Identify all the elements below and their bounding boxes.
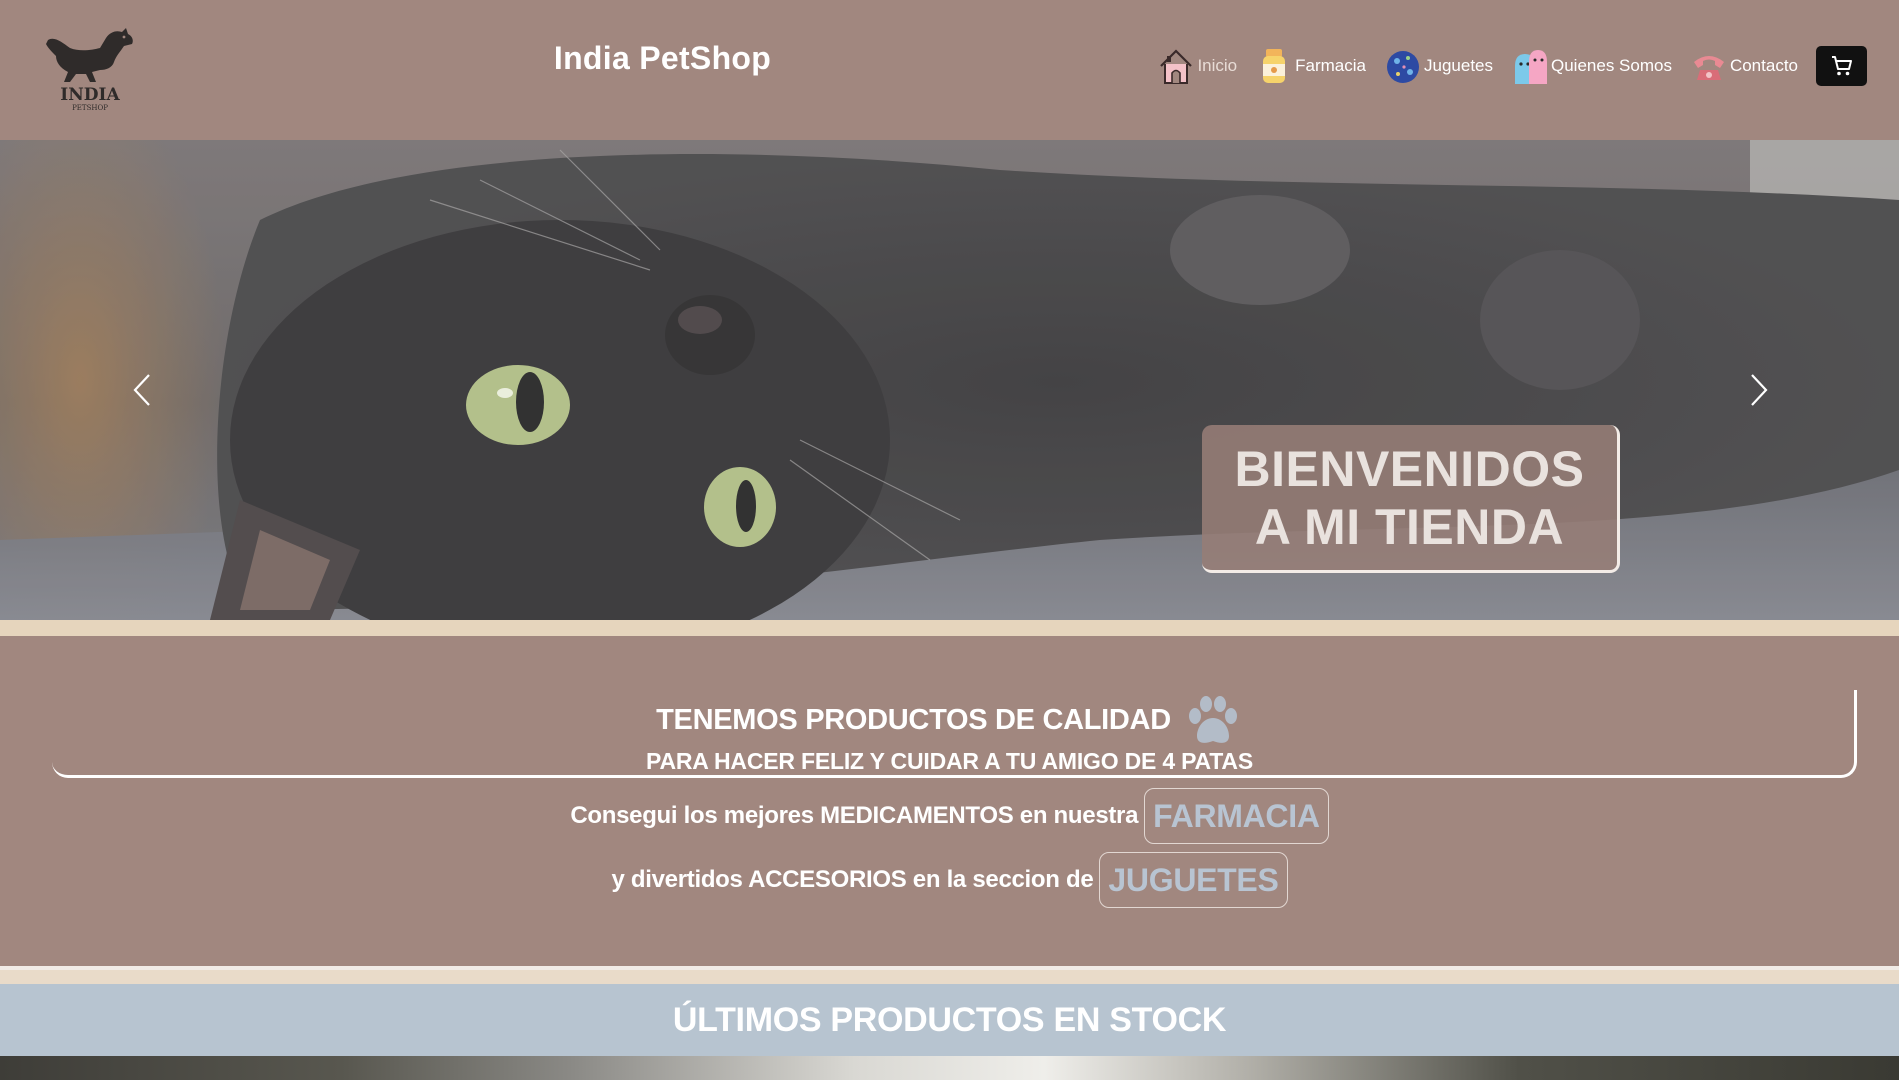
nav-item-farmacia[interactable]: Farmacia <box>1255 46 1366 86</box>
toys-button[interactable]: JUGUETES <box>1099 852 1288 908</box>
house-icon <box>1157 46 1195 86</box>
hero-caption-text: BIENVENIDOS A MI TIENDA <box>1234 440 1585 555</box>
latest-products-header: ÚLTIMOS PRODUCTOS EN STOCK <box>0 984 1899 1056</box>
quality-section: TENEMOS PRODUCTOS DE CALIDAD PARA HACER … <box>0 636 1899 970</box>
nav-label-farmacia: Farmacia <box>1295 56 1366 75</box>
nav-item-quienes-somos[interactable]: Quienes Somos <box>1511 46 1672 86</box>
svg-text:INDIA: INDIA <box>60 85 120 105</box>
nav-label-contacto: Contacto <box>1729 56 1798 75</box>
quality-heading-text: TENEMOS PRODUCTOS DE CALIDAD <box>656 703 1171 736</box>
carousel-next-button[interactable] <box>1737 360 1781 420</box>
latest-products-title: ÚLTIMOS PRODUCTOS EN STOCK <box>672 1000 1227 1039</box>
hero-caption: BIENVENIDOS A MI TIENDA <box>1202 425 1620 573</box>
paw-icon <box>1183 694 1243 746</box>
site-title: India PetShop <box>553 40 772 76</box>
main-nav: Inicio Farmacia Juguetes Quienes Somos C… <box>1157 46 1867 86</box>
promo-toys-text: y divertidos ACCESORIOS en la seccion de <box>611 866 1094 893</box>
quality-subheading: PARA HACER FELIZ Y CUIDAR A TU AMIGO DE … <box>646 748 1253 774</box>
cart-icon <box>1831 56 1852 76</box>
products-carousel-preview <box>0 1056 1899 1080</box>
nav-item-inicio[interactable]: Inicio <box>1157 46 1237 86</box>
nav-label-inicio: Inicio <box>1197 56 1238 75</box>
quality-heading: TENEMOS PRODUCTOS DE CALIDAD <box>0 694 1899 746</box>
promo-pharmacy-text: Consegui los mejores MEDICAMENTOS en nue… <box>570 802 1139 829</box>
hero-carousel: BIENVENIDOS A MI TIENDA <box>0 140 1899 620</box>
chevron-left-icon <box>133 374 150 406</box>
svg-text:PETSHOP: PETSHOP <box>72 104 108 112</box>
cart-button[interactable] <box>1816 46 1867 86</box>
pharmacy-button[interactable]: FARMACIA <box>1144 788 1329 844</box>
divider-stripe <box>0 620 1899 636</box>
ball-icon <box>1384 46 1422 86</box>
divider-stripe-2 <box>0 970 1899 984</box>
medicine-bottle-icon <box>1255 46 1293 86</box>
nav-label-juguetes: Juguetes <box>1424 56 1493 75</box>
chevron-right-icon <box>1751 374 1768 406</box>
dog-logo-icon[interactable]: INDIA PETSHOP <box>40 22 140 112</box>
nav-item-contacto[interactable]: Contacto <box>1690 46 1798 86</box>
pets-group-icon <box>1511 46 1549 86</box>
carousel-prev-button[interactable] <box>120 360 164 420</box>
nav-label-quienes-somos: Quienes Somos <box>1551 56 1672 75</box>
promo-pharmacy: Consegui los mejores MEDICAMENTOS en nue… <box>0 788 1899 844</box>
promo-toys: y divertidos ACCESORIOS en la seccion de… <box>0 852 1899 908</box>
nav-item-juguetes[interactable]: Juguetes <box>1384 46 1493 86</box>
telephone-icon <box>1690 46 1728 86</box>
site-header: INDIA PETSHOP India PetShop Inicio Farma… <box>0 0 1899 140</box>
